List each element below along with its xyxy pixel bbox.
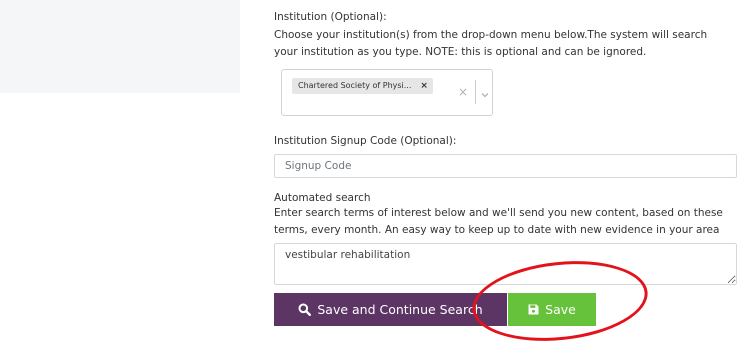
automated-search-label: Automated search — [274, 192, 371, 204]
automated-search-textarea[interactable]: vestibular rehabilitation — [274, 243, 737, 285]
search-icon — [298, 303, 312, 316]
save-and-continue-search-label: Save and Continue Search — [317, 302, 483, 317]
institution-help-text: Choose your institution(s) from the drop… — [274, 27, 740, 61]
save-button[interactable]: Save — [508, 293, 596, 326]
institution-select[interactable]: Chartered Society of Physi... × × — [281, 69, 493, 116]
signup-code-input[interactable] — [274, 154, 737, 178]
selected-institution-tag: Chartered Society of Physi... × — [292, 78, 433, 94]
automated-search-help-text: Enter search terms of interest below and… — [274, 205, 740, 239]
save-and-continue-search-button[interactable]: Save and Continue Search — [274, 293, 507, 326]
clear-selection-icon[interactable]: × — [458, 85, 468, 99]
remove-tag-icon[interactable]: × — [420, 78, 428, 94]
automated-search-help-line: Enter search terms of interest below and… — [274, 207, 723, 219]
left-sidebar-panel — [0, 0, 240, 93]
select-separator — [475, 80, 476, 104]
institution-help-line: your institution as you type. NOTE: this… — [274, 46, 647, 58]
automated-search-help-line: terms, every month. An easy way to keep … — [274, 224, 720, 236]
signup-code-label: Institution Signup Code (Optional): — [274, 135, 457, 147]
chevron-down-icon[interactable] — [480, 85, 490, 98]
floppy-disk-icon — [528, 304, 539, 315]
selected-institution-tag-label: Chartered Society of Physi... — [298, 81, 412, 90]
save-label: Save — [545, 302, 576, 317]
institution-help-line: Choose your institution(s) from the drop… — [274, 29, 708, 41]
institution-label: Institution (Optional): — [274, 11, 387, 23]
